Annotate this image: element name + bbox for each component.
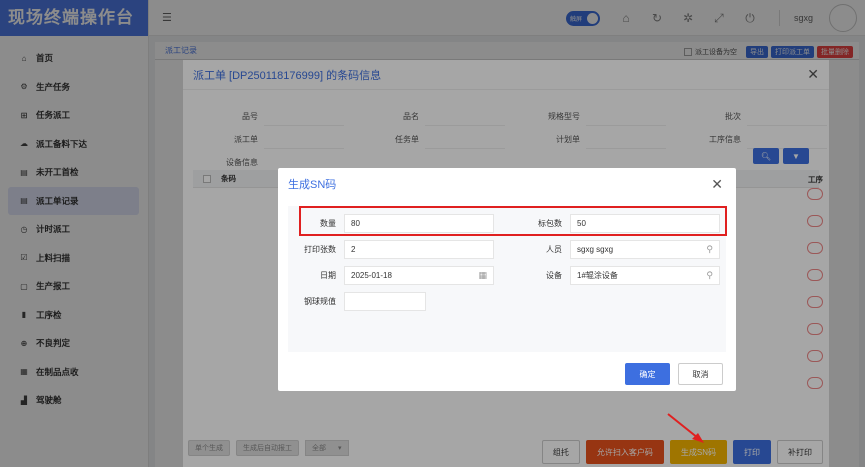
highlight-box bbox=[299, 206, 727, 236]
ball-input[interactable] bbox=[344, 291, 426, 311]
form-row-ball: 钢球规值 bbox=[288, 291, 726, 311]
person-label: 人员 bbox=[546, 244, 562, 254]
generate-sn-dialog: 生成SN码 ✕ 数量 80 标包数 50 打印张数 2 人员 sgxg sgxg… bbox=[278, 168, 736, 391]
close-icon[interactable]: ✕ bbox=[711, 176, 723, 193]
cancel-button[interactable]: 取消 bbox=[678, 363, 723, 385]
form-row-copies: 打印张数 2 人员 sgxg sgxg ⚲ bbox=[288, 239, 726, 259]
person-value: sgxg sgxg bbox=[577, 244, 614, 254]
date-input[interactable]: 2025-01-18 ▦ bbox=[344, 265, 494, 285]
confirm-button[interactable]: 确定 bbox=[625, 363, 670, 385]
device-value: 1#辊涂设备 bbox=[577, 270, 618, 280]
dialog-footer: 确定 取消 bbox=[625, 363, 723, 385]
search-icon[interactable]: ⚲ bbox=[706, 270, 713, 281]
device-label: 设备 bbox=[546, 270, 562, 280]
search-icon[interactable]: ⚲ bbox=[706, 244, 713, 255]
copies-input[interactable]: 2 bbox=[344, 239, 494, 259]
calendar-icon[interactable]: ▦ bbox=[478, 270, 487, 281]
person-input[interactable]: sgxg sgxg ⚲ bbox=[570, 239, 720, 259]
red-arrow-icon bbox=[667, 413, 704, 443]
date-value: 2025-01-18 bbox=[351, 270, 392, 280]
date-label: 日期 bbox=[320, 270, 336, 280]
device-input[interactable]: 1#辊涂设备 ⚲ bbox=[570, 265, 720, 285]
ball-label: 钢球规值 bbox=[304, 296, 336, 306]
form-row-date: 日期 2025-01-18 ▦ 设备 1#辊涂设备 ⚲ bbox=[288, 265, 726, 285]
copies-label: 打印张数 bbox=[304, 244, 336, 254]
dialog-title: 生成SN码 bbox=[288, 179, 337, 191]
